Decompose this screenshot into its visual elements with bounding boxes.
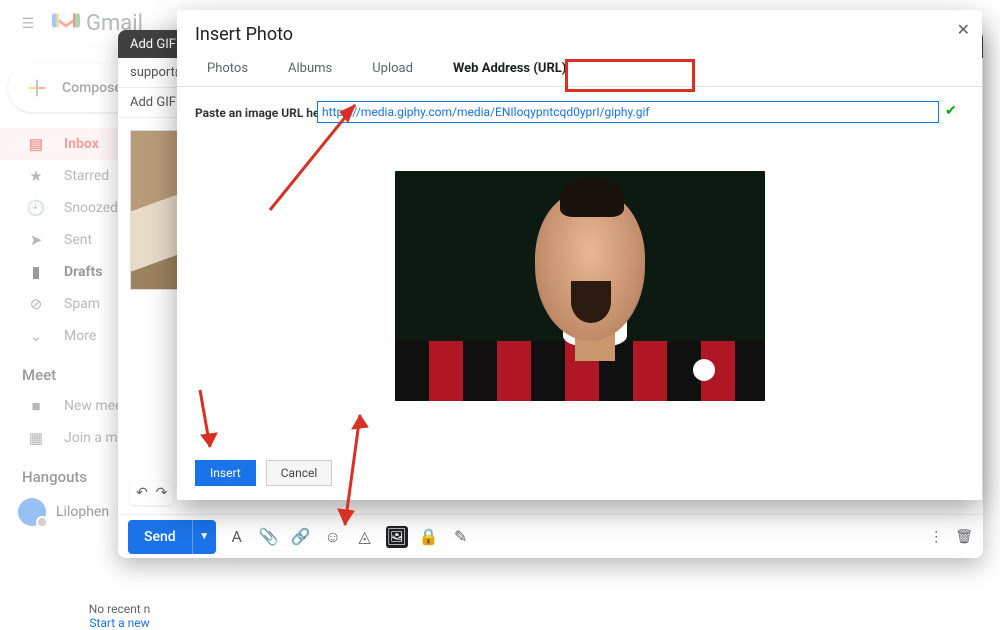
signature-icon[interactable]: ✎ — [450, 526, 472, 548]
redo-button[interactable]: ↷ — [156, 485, 168, 501]
cancel-button[interactable]: Cancel — [266, 460, 333, 486]
insert-button[interactable]: Insert — [195, 460, 256, 486]
tab-albums[interactable]: Albums — [268, 51, 352, 86]
image-icon[interactable]: 🖼 — [386, 526, 408, 548]
image-preview — [395, 171, 765, 401]
send-button[interactable]: Send — [128, 520, 192, 554]
url-label: Paste an image URL here: — [195, 106, 334, 120]
image-url-input[interactable] — [317, 101, 939, 123]
format-icon[interactable]: A — [226, 526, 248, 548]
tab-upload[interactable]: Upload — [352, 51, 433, 86]
tab-photos[interactable]: Photos — [187, 51, 268, 86]
tab-web-address-url-[interactable]: Web Address (URL) — [433, 51, 586, 86]
more-options-button[interactable]: ⋮ — [929, 529, 943, 545]
undo-button[interactable]: ↶ — [136, 485, 148, 501]
compose-toolbar: Send ▼ A 📎 🔗 ☺ ◬ 🖼 🔒 ✎ ⋮ 🗑 — [118, 514, 983, 558]
insert-photo-modal: ✕ Insert Photo PhotosAlbumsUploadWeb Add… — [177, 10, 982, 500]
discard-draft-button[interactable]: 🗑 — [955, 529, 973, 545]
emoji-icon[interactable]: ☺ — [322, 526, 344, 548]
attach-icon[interactable]: 📎 — [258, 526, 280, 548]
modal-title: Insert Photo — [177, 10, 982, 51]
no-recent-text: No recent n — [0, 602, 239, 616]
start-conversation-link[interactable]: Start a new — [0, 616, 239, 630]
drive-icon[interactable]: ◬ — [354, 526, 376, 548]
confidential-icon[interactable]: 🔒 — [418, 526, 440, 548]
close-button[interactable]: ✕ — [957, 20, 970, 39]
link-icon[interactable]: 🔗 — [290, 526, 312, 548]
send-more-button[interactable]: ▼ — [192, 520, 216, 554]
valid-url-icon: ✔ — [945, 103, 957, 119]
